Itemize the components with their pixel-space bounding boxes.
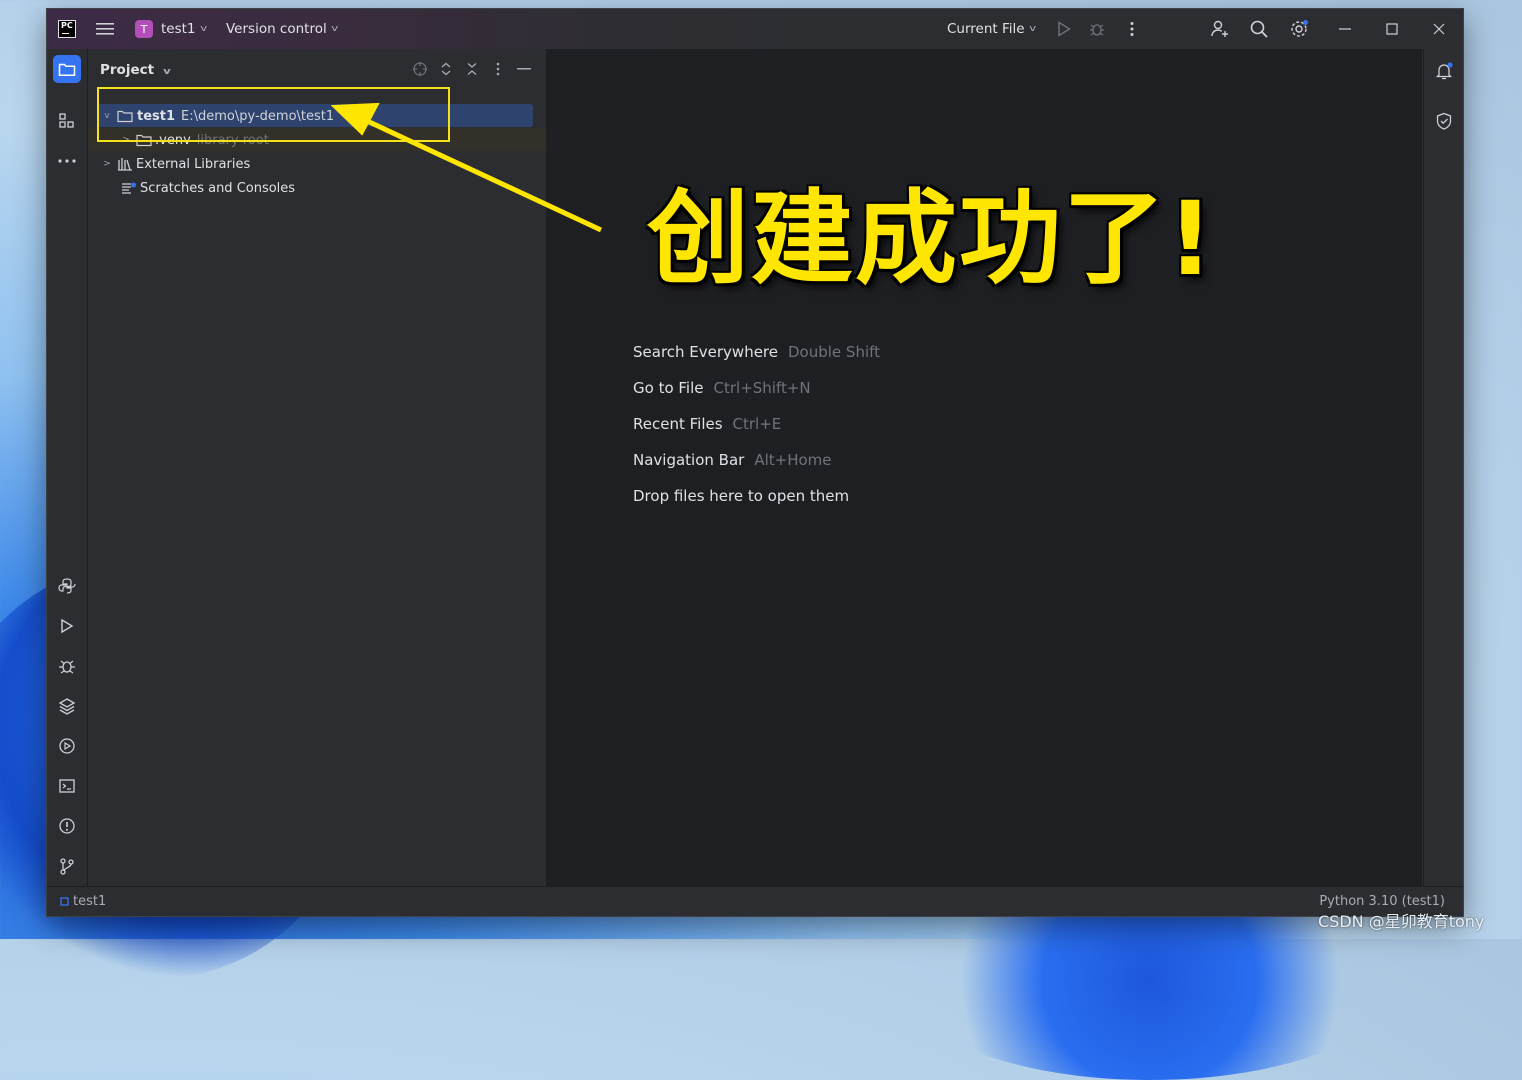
annotation-arrow bbox=[330, 102, 603, 233]
csdn-watermark: CSDN @星卯教育tony bbox=[1318, 912, 1485, 931]
